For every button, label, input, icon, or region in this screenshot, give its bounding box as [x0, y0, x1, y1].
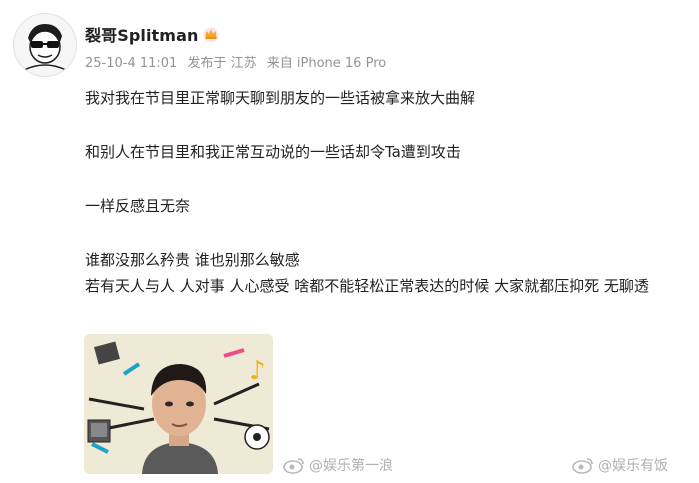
post-line: 我对我在节目里正常聊天聊到朋友的一些话被拿来放大曲解	[85, 89, 476, 107]
weibo-logo-icon	[283, 458, 304, 474]
post-meta: 25-10-4 11:01 发布于 江苏 来自 iPhone 16 Pro	[85, 52, 392, 71]
avatar-cartoon-icon	[14, 14, 76, 76]
crown-badge-icon[interactable]	[202, 25, 220, 43]
watermark: @娱乐有饭	[572, 455, 668, 475]
post-content: 我对我在节目里正常聊天聊到朋友的一些话被拿来放大曲解 和别人在节目里和我正常互动…	[85, 85, 685, 299]
weibo-post-card: 裂哥Splitman 25-10-4 11:01 发布于 江苏 来自 iPhon…	[0, 0, 699, 483]
weibo-logo-icon	[572, 458, 593, 474]
post-line: 若有天人与人 人对事 人心感受 啥都不能轻松正常表达的时候 大家就都压抑死 无聊…	[85, 277, 649, 295]
post-location: 发布于 江苏	[187, 56, 257, 71]
svg-text:♪: ♪	[249, 356, 266, 386]
post-source: 来自 iPhone 16 Pro	[266, 56, 387, 71]
post-line: 一样反感且无奈	[85, 197, 191, 215]
post-time: 25-10-4 11:01	[85, 56, 178, 71]
watermark-text: @娱乐有饭	[598, 458, 668, 474]
author-name[interactable]: 裂哥Splitman	[85, 22, 198, 46]
collage-image: ♪	[84, 334, 273, 474]
post-line: 和别人在节目里和我正常互动说的一些话却令Ta遭到攻击	[85, 143, 461, 161]
watermark-text: @娱乐第一浪	[309, 458, 393, 474]
watermark: @娱乐第一浪	[283, 455, 393, 475]
post-image[interactable]: ♪	[84, 334, 273, 474]
author-row: 裂哥Splitman	[85, 22, 220, 46]
post-line: 谁都没那么矜贵 谁也别那么敏感	[85, 251, 300, 269]
avatar[interactable]	[13, 13, 77, 77]
